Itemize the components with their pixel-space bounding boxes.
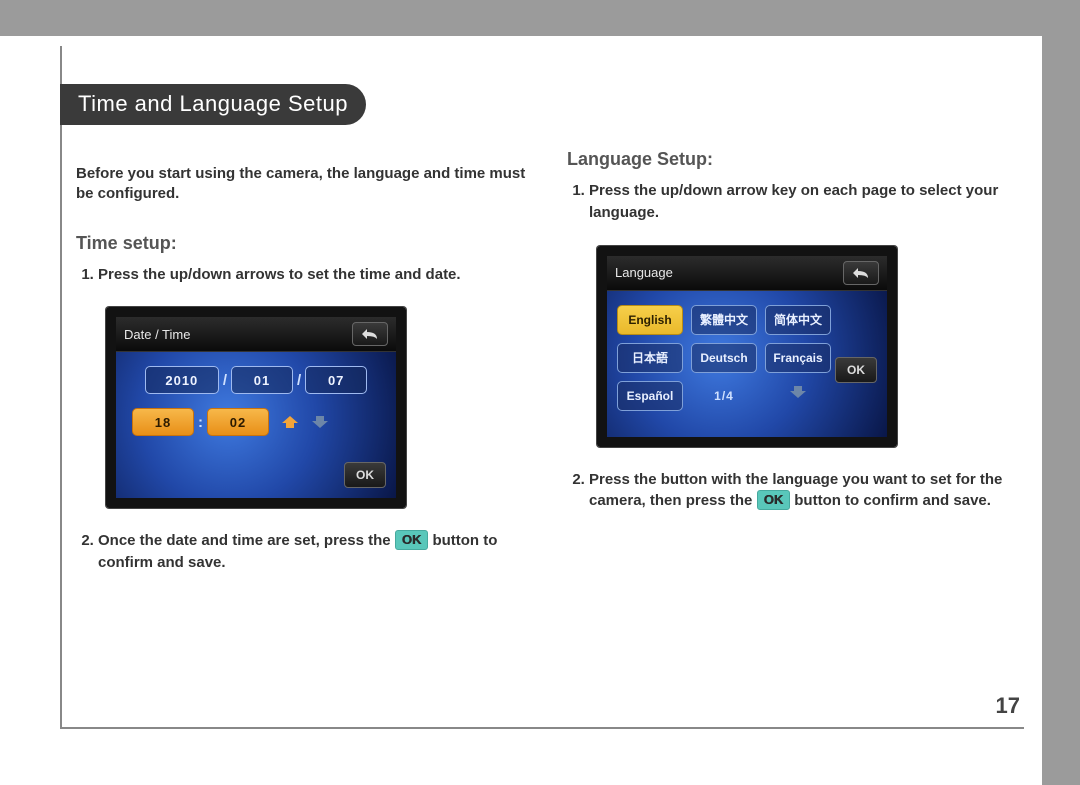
lang-option-japanese[interactable]: 日本語: [617, 343, 683, 373]
left-column: Before you start using the camera, the l…: [76, 149, 533, 594]
time-setup-steps-2: Once the date and time are set, press th…: [76, 530, 533, 574]
lcd-body: English 繁體中文 简体中文 日本語 Deutsch Français E…: [607, 291, 887, 437]
lcd-date-time: Date / Time 2010 / 01 / 07 18: [106, 307, 406, 508]
language-pager: 1/4: [691, 381, 757, 411]
language-grid: English 繁體中文 简体中文 日本語 Deutsch Français E…: [617, 305, 831, 411]
hour-field[interactable]: 18: [132, 408, 194, 436]
lang-step2-after: button to confirm and save.: [794, 492, 991, 509]
language-setup-steps: Press the up/down arrow key on each page…: [567, 180, 1024, 224]
back-button[interactable]: [352, 322, 388, 346]
back-arrow-icon: [852, 267, 870, 279]
arrow-down-icon[interactable]: [309, 411, 331, 433]
lcd-titlebar: Date / Time: [116, 317, 396, 352]
page-bleed-top: [0, 0, 1080, 36]
time-setup-heading: Time setup:: [76, 233, 533, 254]
back-arrow-icon: [361, 328, 379, 340]
page-number: 17: [996, 693, 1020, 719]
year-field[interactable]: 2010: [145, 366, 219, 394]
lcd-body: 2010 / 01 / 07 18 : 02: [116, 352, 396, 498]
content-columns: Before you start using the camera, the l…: [76, 149, 1024, 594]
lang-step-2: Press the button with the language you w…: [589, 469, 1024, 513]
language-setup-steps-2: Press the button with the language you w…: [567, 469, 1024, 513]
lcd-titlebar: Language: [607, 256, 887, 291]
step2-text-before: Once the date and time are set, press th…: [98, 532, 395, 549]
date-sep: /: [297, 372, 301, 389]
arrow-up-icon[interactable]: [279, 411, 301, 433]
intro-text: Before you start using the camera, the l…: [76, 164, 533, 205]
lang-option-espanol[interactable]: Español: [617, 381, 683, 411]
ok-badge-icon: OK: [395, 530, 429, 550]
arrow-down-icon[interactable]: [787, 381, 809, 403]
lcd-language: Language English 繁體中文 简体中文 日本語 Deutsch F…: [597, 246, 897, 447]
right-column: Language Setup: Press the up/down arrow …: [567, 149, 1024, 594]
day-field[interactable]: 07: [305, 366, 367, 394]
page-frame: Time and Language Setup Before you start…: [60, 46, 1024, 729]
time-step-2: Once the date and time are set, press th…: [98, 530, 533, 574]
time-setup-steps: Press the up/down arrows to set the time…: [76, 264, 533, 286]
lcd-title: Date / Time: [124, 327, 190, 342]
section-title: Time and Language Setup: [60, 84, 366, 125]
lang-option-deutsch[interactable]: Deutsch: [691, 343, 757, 373]
language-setup-heading: Language Setup:: [567, 149, 1024, 170]
ok-button[interactable]: OK: [344, 462, 386, 488]
lang-option-english[interactable]: English: [617, 305, 683, 335]
page-bleed-right: [1042, 0, 1080, 785]
back-button[interactable]: [843, 261, 879, 285]
ok-badge-icon: OK: [757, 490, 791, 510]
month-field[interactable]: 01: [231, 366, 293, 394]
date-sep: /: [223, 372, 227, 389]
lang-option-zh-simp[interactable]: 简体中文: [765, 305, 831, 335]
time-sep: :: [198, 414, 203, 431]
lang-option-zh-trad[interactable]: 繁體中文: [691, 305, 757, 335]
lang-step-1: Press the up/down arrow key on each page…: [589, 180, 1024, 224]
ok-button[interactable]: OK: [835, 357, 877, 383]
time-step-1: Press the up/down arrows to set the time…: [98, 264, 533, 286]
lcd-title: Language: [615, 265, 673, 280]
lang-option-francais[interactable]: Français: [765, 343, 831, 373]
minute-field[interactable]: 02: [207, 408, 269, 436]
